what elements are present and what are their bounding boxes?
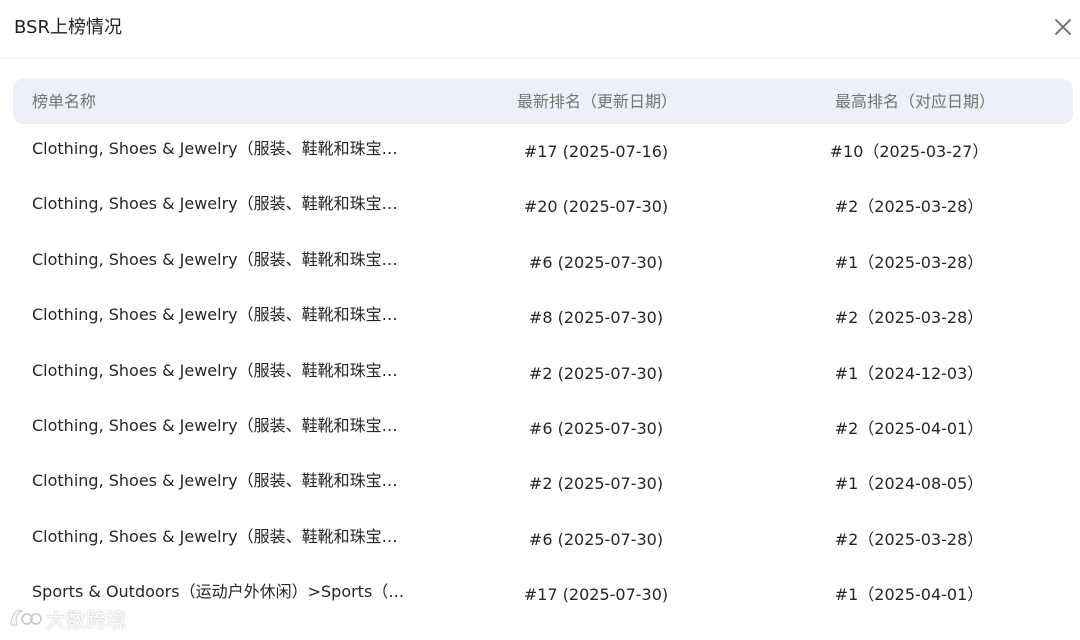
- best-rank-cell: #2（2025-03-28）: [834, 197, 984, 217]
- watermark-text: 大数跨境: [46, 608, 126, 632]
- table-row: Clothing, Shoes & Jewelry（服装、鞋靴和珠宝饰品... …: [0, 456, 1080, 511]
- best-rank-cell: #2（2025-03-28）: [834, 308, 984, 328]
- table-row: Clothing, Shoes & Jewelry（服装、鞋靴和珠宝饰品... …: [0, 512, 1080, 567]
- dialog-title: BSR上榜情况: [14, 17, 122, 38]
- table-header: 榜单名称 最新排名（更新日期） 最高排名（对应日期）: [13, 79, 1073, 124]
- bsr-ranking-dialog: BSR上榜情况 榜单名称 最新排名（更新日期） 最高排名（对应日期） Cloth…: [0, 0, 1080, 640]
- latest-rank-cell: #17 (2025-07-30): [523, 585, 669, 605]
- latest-rank-cell: #6 (2025-07-30): [528, 529, 664, 549]
- list-name-cell: Clothing, Shoes & Jewelry（服装、鞋靴和珠宝饰品）: [32, 139, 407, 158]
- latest-rank-cell: #6 (2025-07-30): [528, 252, 664, 272]
- column-header-latest-rank: 最新排名（更新日期）: [517, 92, 678, 111]
- latest-rank-cell: #6 (2025-07-30): [528, 418, 664, 438]
- table-row: Clothing, Shoes & Jewelry（服装、鞋靴和珠宝饰品... …: [0, 235, 1080, 290]
- latest-rank-cell: #8 (2025-07-30): [528, 308, 664, 328]
- dialog-header: BSR上榜情况: [0, 0, 1080, 59]
- best-rank-cell: #2（2025-04-01）: [834, 418, 984, 438]
- watermark: 大数跨境: [8, 604, 126, 636]
- best-rank-cell: #2（2025-03-28）: [834, 529, 984, 549]
- table-row: Clothing, Shoes & Jewelry（服装、鞋靴和珠宝饰品... …: [0, 290, 1080, 345]
- best-rank-cell: #1（2024-12-03）: [834, 363, 984, 383]
- list-name-cell: Clothing, Shoes & Jewelry（服装、鞋靴和珠宝饰品...: [32, 249, 407, 269]
- best-rank-cell: #10（2025-03-27）: [829, 142, 989, 161]
- list-name-cell: Clothing, Shoes & Jewelry（服装、鞋靴和珠宝饰品...: [32, 194, 407, 214]
- list-name-cell: Clothing, Shoes & Jewelry（服装、鞋靴和珠宝饰品...: [32, 471, 407, 491]
- table-row: Sports & Outdoors（运动户外休闲）>Sports（运动... #…: [0, 567, 1080, 622]
- best-rank-cell: #1（2025-04-01）: [834, 585, 984, 605]
- watermark-logo-icon: [8, 605, 42, 638]
- best-rank-cell: #1（2025-03-28）: [834, 252, 984, 272]
- latest-rank-cell: #2 (2025-07-30): [528, 474, 664, 494]
- table-body: Clothing, Shoes & Jewelry（服装、鞋靴和珠宝饰品） #1…: [0, 124, 1080, 623]
- best-rank-cell: #1（2024-08-05）: [834, 474, 984, 494]
- column-header-best-rank: 最高排名（对应日期）: [835, 92, 996, 111]
- column-header-name: 榜单名称: [32, 92, 97, 111]
- close-icon[interactable]: [1052, 16, 1074, 38]
- latest-rank-cell: #2 (2025-07-30): [528, 363, 664, 383]
- table-row: Clothing, Shoes & Jewelry（服装、鞋靴和珠宝饰品... …: [0, 401, 1080, 456]
- latest-rank-cell: #17 (2025-07-16): [523, 142, 669, 161]
- list-name-cell: Clothing, Shoes & Jewelry（服装、鞋靴和珠宝饰品...: [32, 415, 407, 435]
- list-name-cell: Clothing, Shoes & Jewelry（服装、鞋靴和珠宝饰品...: [32, 526, 407, 546]
- table-row: Clothing, Shoes & Jewelry（服装、鞋靴和珠宝饰品... …: [0, 346, 1080, 401]
- list-name-cell: Clothing, Shoes & Jewelry（服装、鞋靴和珠宝饰品...: [32, 360, 407, 380]
- table-row: Clothing, Shoes & Jewelry（服装、鞋靴和珠宝饰品） #1…: [0, 124, 1080, 179]
- list-name-cell: Clothing, Shoes & Jewelry（服装、鞋靴和珠宝饰品...: [32, 305, 407, 325]
- latest-rank-cell: #20 (2025-07-30): [523, 197, 669, 217]
- table-row: Clothing, Shoes & Jewelry（服装、鞋靴和珠宝饰品... …: [0, 179, 1080, 234]
